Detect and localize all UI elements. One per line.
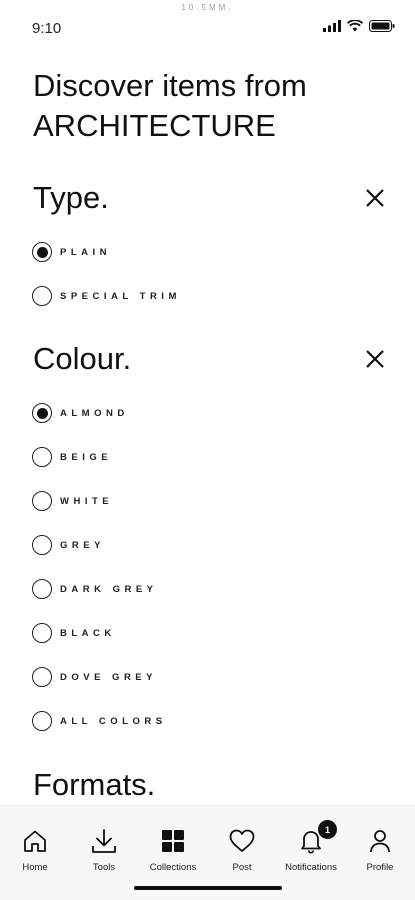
colour-option-grey[interactable]: GREY [32,533,105,557]
option-label: DARK GREY [60,583,158,595]
tab-collections[interactable]: Collections [138,826,208,873]
tab-label: Profile [366,862,394,873]
radio-button[interactable] [32,403,52,423]
page-title-line1: Discover items from [33,68,307,103]
colour-option-all-colors[interactable]: ALL COLORS [32,709,167,733]
colour-option-dark-grey[interactable]: DARK GREY [32,577,158,601]
page-title-line2: ARCHITECTURE [33,108,276,143]
close-icon [366,350,384,368]
radio-button[interactable] [32,535,52,555]
page-title: Discover items from ARCHITECTURE [33,66,383,146]
close-icon [366,189,384,207]
radio-button[interactable] [32,447,52,467]
tab-label: Tools [92,862,116,873]
signal-icon [323,20,341,32]
option-label: BEIGE [60,451,113,463]
tab-home[interactable]: Home [0,826,70,873]
colour-option-dove-grey[interactable]: DOVE GREY [32,665,157,689]
colour-close-button[interactable] [363,347,387,371]
type-option-special-trim[interactable]: SPECIAL TRIM [32,284,181,308]
radio-button[interactable] [32,623,52,643]
option-label: SPECIAL TRIM [60,290,181,302]
colour-section-title: Colour. [33,341,132,376]
status-time: 9:10 [32,20,62,37]
tab-label: Collections [149,862,197,873]
option-label: ALMOND [60,407,129,419]
wifi-icon [347,20,363,32]
home-indicator [134,886,282,890]
radio-button[interactable] [32,579,52,599]
tab-post[interactable]: Post [207,826,277,873]
tab-tools[interactable]: Tools [69,826,139,873]
tab-label: Home [22,862,48,873]
type-section-title: Type. [33,180,109,215]
colour-option-black[interactable]: BLACK [32,621,116,645]
radio-button[interactable] [32,242,52,262]
tab-profile[interactable]: Profile [345,826,415,873]
grid-icon [160,826,186,856]
colour-option-white[interactable]: WHITE [32,489,113,513]
colour-option-almond[interactable]: ALMOND [32,401,129,425]
radio-button[interactable] [32,667,52,687]
tab-notifications[interactable]: 1 Notifications [276,820,346,873]
option-label: ALL COLORS [60,715,167,727]
colour-option-beige[interactable]: BEIGE [32,445,112,469]
status-icons [323,20,395,32]
bell-icon: 1 [299,820,337,856]
radio-selected-dot [36,246,48,258]
radio-button[interactable] [32,711,52,731]
home-icon [22,826,48,856]
option-label: WHITE [60,495,114,507]
status-bar: 10.5MM. 9:10 [0,0,415,56]
option-label: DOVE GREY [60,671,157,683]
radio-button[interactable] [32,286,52,306]
option-label: GREY [60,539,105,551]
type-close-button[interactable] [363,186,387,210]
formats-section-title: Formats. [33,767,156,802]
download-icon [90,826,118,856]
status-caption: 10.5MM. [181,3,234,12]
option-label: PLAIN [60,246,111,258]
user-icon [368,826,392,856]
type-option-plain[interactable]: PLAIN [32,240,111,264]
heart-icon [228,826,256,856]
tab-label: Post [232,862,252,873]
option-label: BLACK [60,627,116,639]
radio-selected-dot [36,407,48,419]
battery-icon [369,20,395,32]
tab-label: Notifications [285,862,337,873]
radio-button[interactable] [32,491,52,511]
notification-badge: 1 [318,820,337,839]
